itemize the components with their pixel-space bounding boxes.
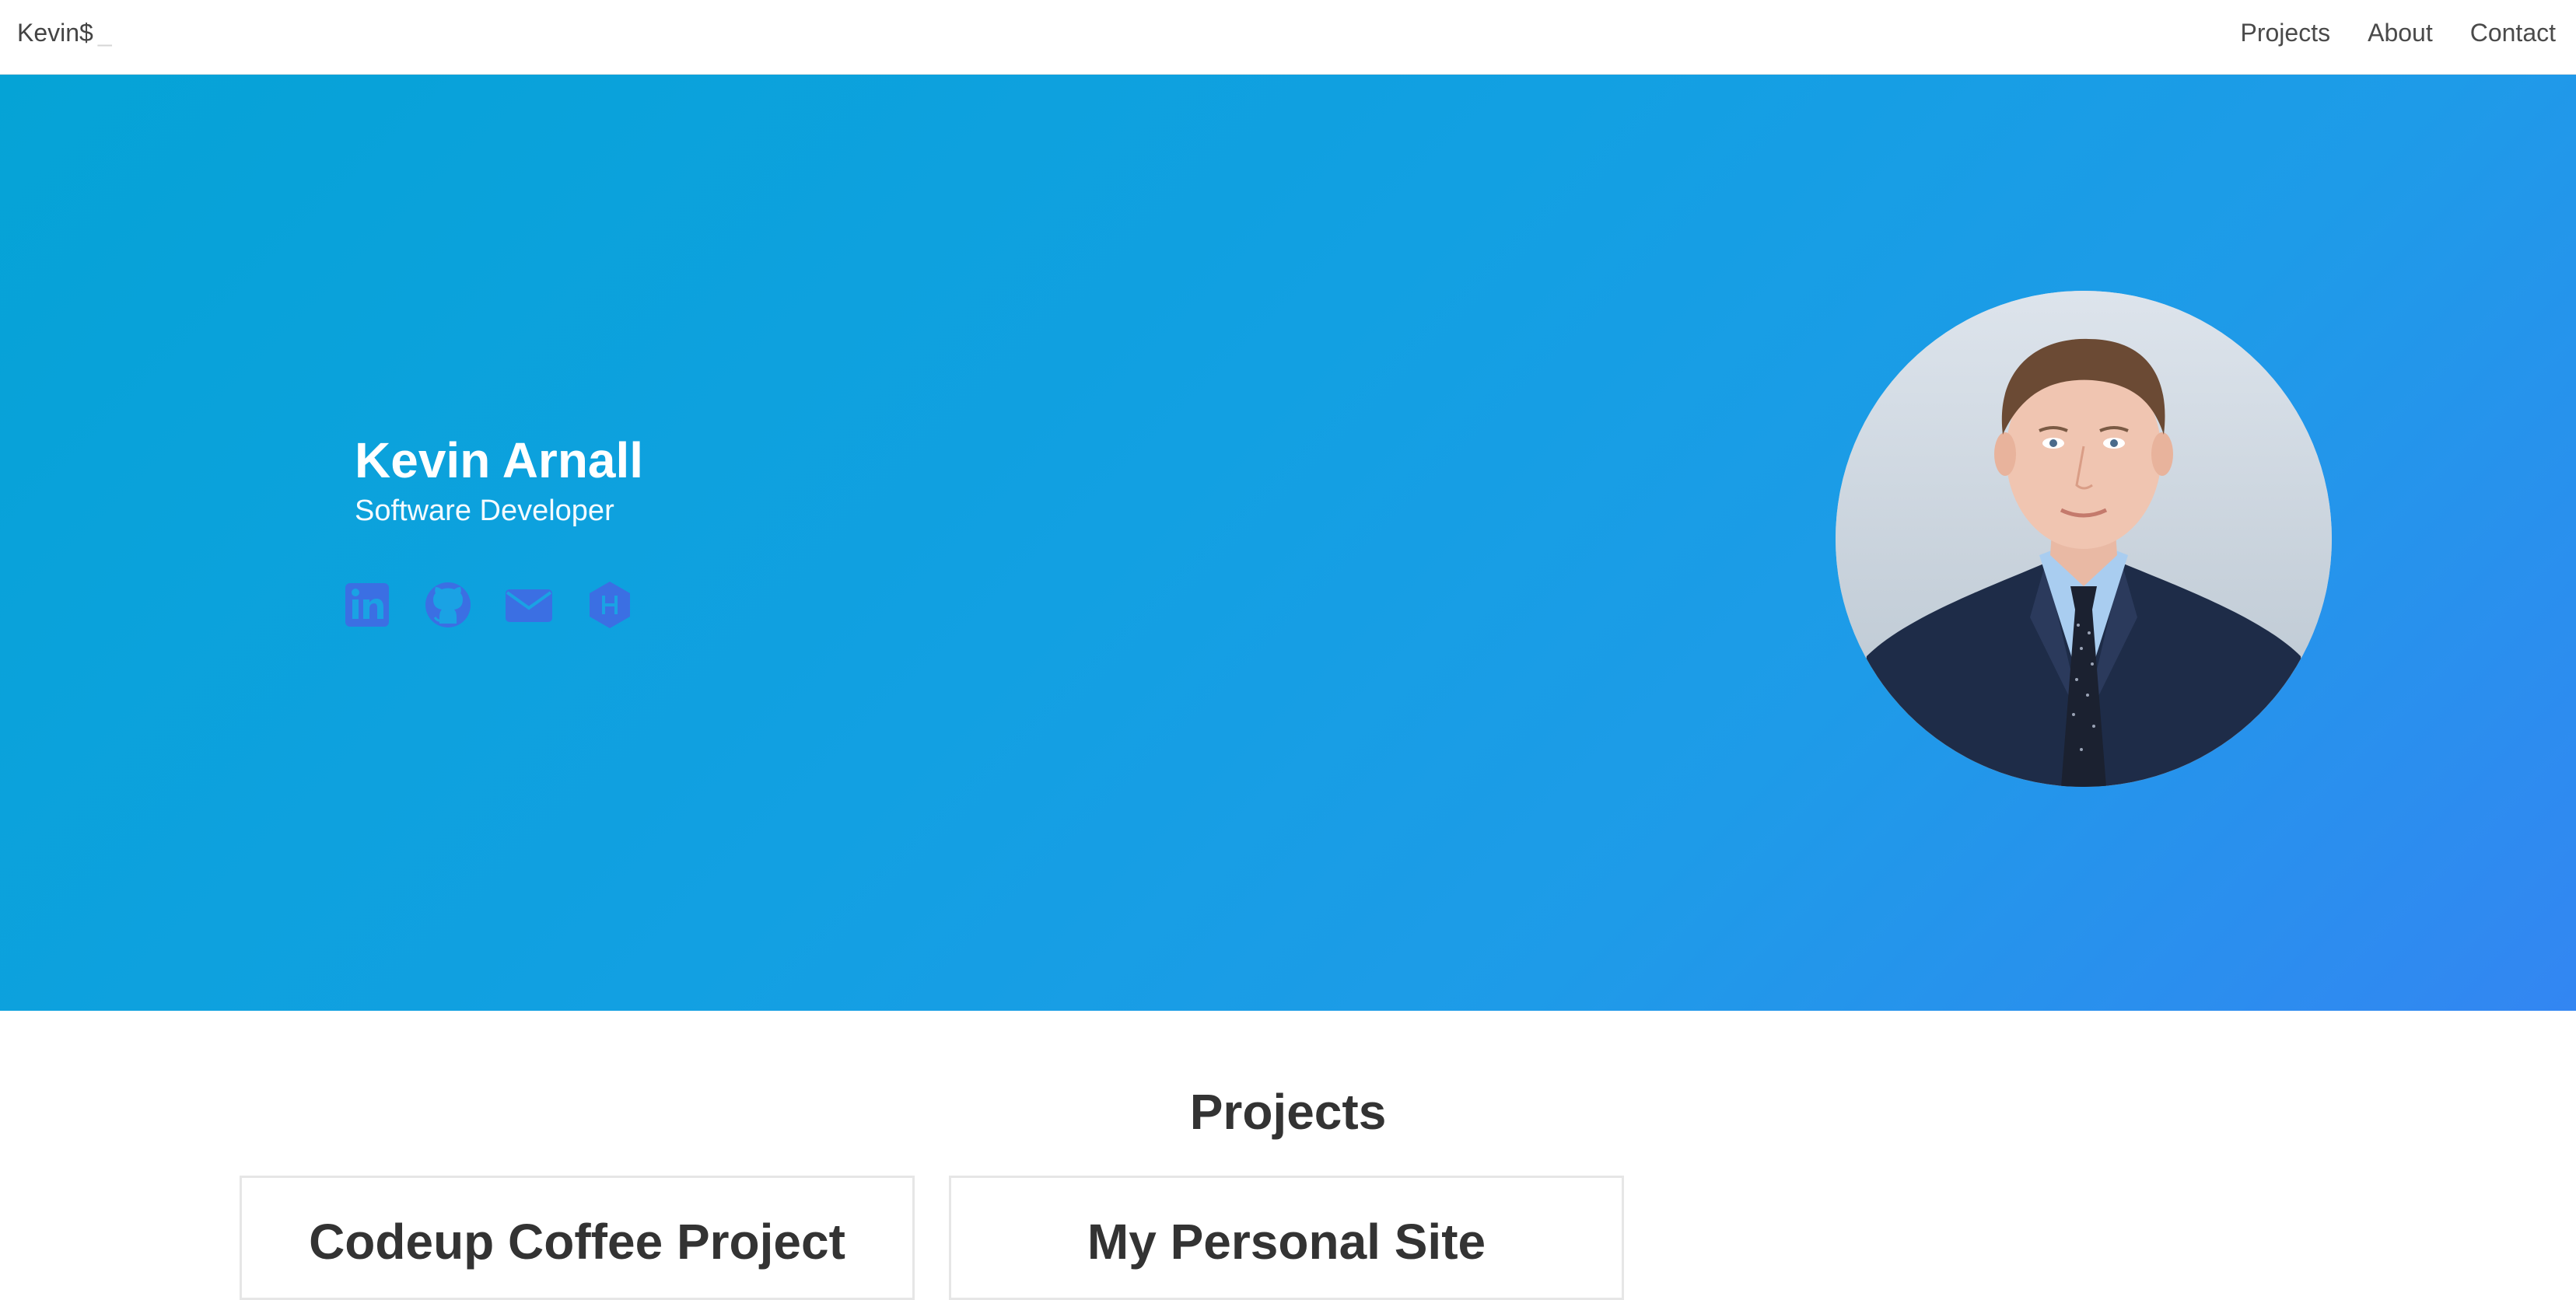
email-icon[interactable] <box>504 580 554 630</box>
project-title: Codeup Coffee Project <box>309 1214 845 1270</box>
project-title: My Personal Site <box>1087 1214 1486 1270</box>
navbar: Kevin$ _ Projects About Contact <box>0 0 2576 75</box>
project-card[interactable]: Codeup Coffee Project <box>240 1176 915 1300</box>
nav-link-projects[interactable]: Projects <box>2241 17 2331 48</box>
brand-cursor: _ <box>97 19 112 47</box>
github-icon[interactable] <box>423 580 473 630</box>
project-card[interactable]: My Personal Site <box>949 1176 1624 1300</box>
projects-heading: Projects <box>1189 1084 1387 1140</box>
brand-link[interactable]: Kevin$ _ <box>17 17 112 48</box>
nav-link-contact[interactable]: Contact <box>2470 17 2556 48</box>
nav-links: Projects About Contact <box>2241 17 2557 48</box>
hero-text: Kevin Arnall Software Developer <box>355 432 643 529</box>
hero-section: Kevin Arnall Software Developer <box>0 75 2576 1011</box>
avatar <box>1836 291 2332 787</box>
hero-name: Kevin Arnall <box>355 432 644 488</box>
brand-text: Kevin$ <box>17 19 93 47</box>
hero-subtitle: Software Developer <box>355 494 614 527</box>
nav-link-about[interactable]: About <box>2368 17 2433 48</box>
linkedin-icon[interactable] <box>342 580 392 630</box>
social-icons <box>342 580 635 630</box>
hackerrank-icon[interactable] <box>585 580 635 630</box>
profile-photo <box>1836 291 2332 787</box>
